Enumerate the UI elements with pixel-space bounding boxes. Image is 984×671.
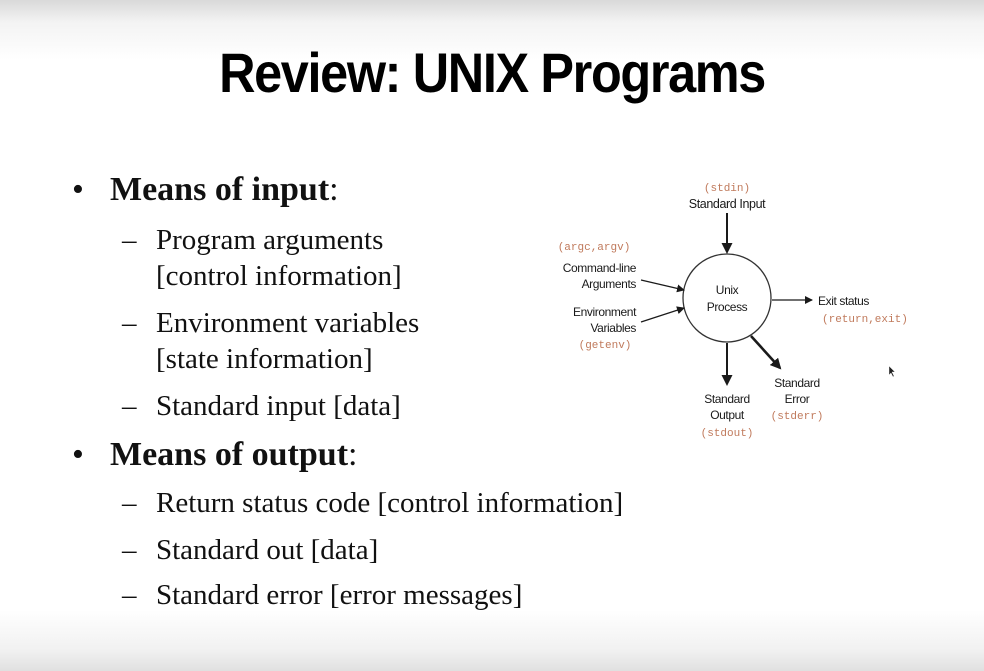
stdin-code: (stdin): [704, 183, 750, 195]
stderr-label-line2: Error: [785, 392, 810, 406]
stderr-code: (stderr): [771, 411, 824, 423]
stderr-label-line1: Standard: [774, 376, 820, 390]
process-label-line2: Process: [707, 300, 748, 314]
stderr-arrow: [750, 335, 782, 370]
process-label-line1: Unix: [716, 283, 739, 297]
exit-code: (return,exit): [822, 314, 908, 326]
stdin-label: Standard Input: [689, 197, 766, 211]
args-arrow: [640, 279, 685, 293]
args-label-line2: Arguments: [582, 277, 637, 291]
env-code: (getenv): [579, 340, 632, 352]
env-label-line1: Environment: [573, 305, 637, 319]
stdout-code: (stdout): [701, 428, 754, 440]
stdout-label-line2: Output: [710, 408, 745, 422]
exit-label: Exit status: [818, 294, 869, 308]
process-circle: [682, 253, 772, 343]
unix-process-diagram: Unix Process (stdin) Standard Input (arg…: [558, 183, 908, 440]
env-arrow: [640, 306, 685, 323]
stdout-label-line1: Standard: [704, 392, 750, 406]
mouse-cursor-icon: [888, 365, 896, 378]
args-code: (argc,argv): [558, 242, 631, 254]
args-label-line1: Command-line: [563, 261, 637, 275]
env-label-line2: Variables: [590, 321, 636, 335]
